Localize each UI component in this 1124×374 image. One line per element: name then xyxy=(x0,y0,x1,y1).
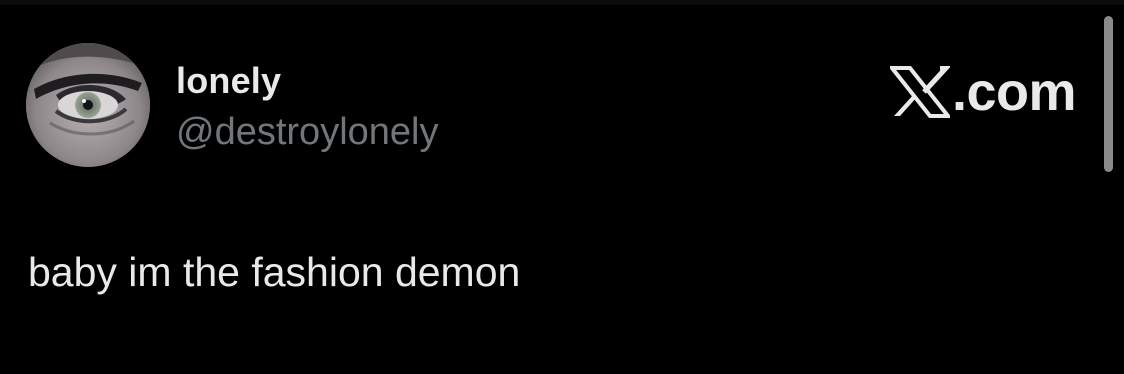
tweet-text: baby im the fashion demon xyxy=(28,249,521,295)
scrollbar-thumb[interactable] xyxy=(1104,16,1113,172)
display-name[interactable]: lonely xyxy=(176,60,281,102)
top-edge-strip xyxy=(0,0,1124,5)
avatar-eye-image xyxy=(26,43,150,167)
brand-domain-label: .com xyxy=(951,62,1077,122)
user-handle[interactable]: @destroylonely xyxy=(176,110,438,154)
x-logo-icon xyxy=(889,66,950,118)
avatar[interactable] xyxy=(26,43,150,167)
brand-watermark: .com xyxy=(889,62,1077,122)
